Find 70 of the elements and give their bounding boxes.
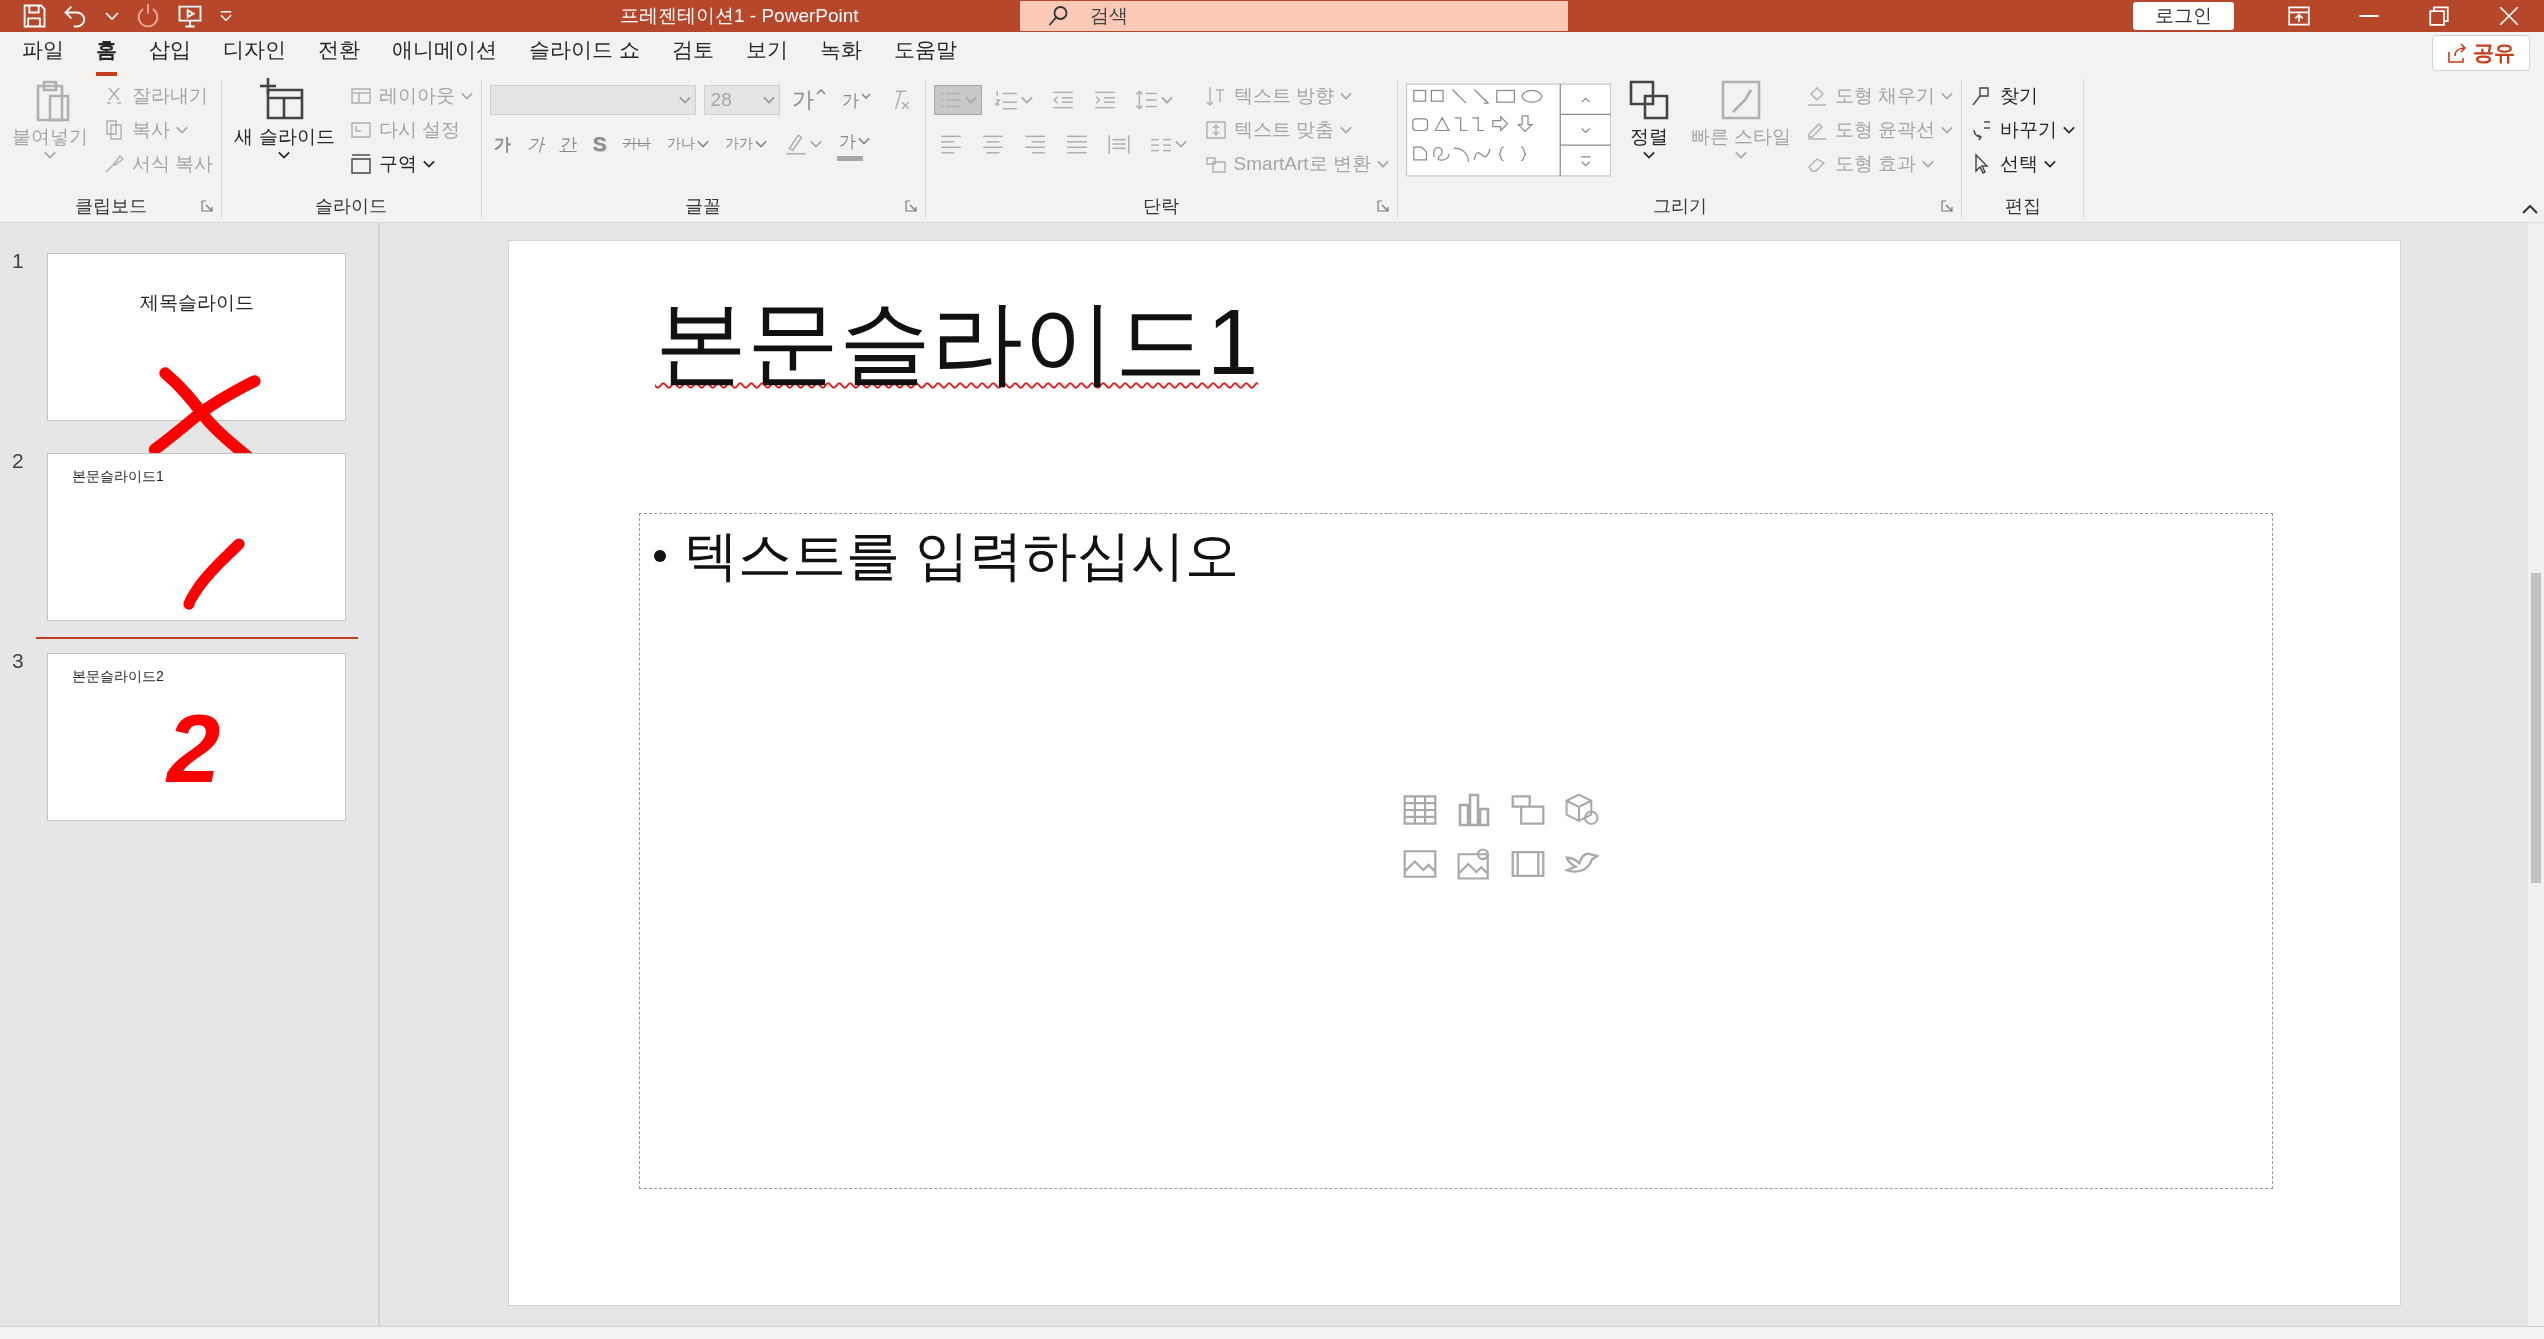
diagram-icon[interactable] [1511,792,1545,827]
group-label: 슬라이드 [315,195,388,218]
bullet-text[interactable]: 텍스트를 입력하십시오 [684,519,1239,593]
login-button[interactable]: 로그인 [2133,2,2234,30]
ribbon-tab[interactable]: 홈 [96,29,117,76]
align-text-icon [1203,118,1228,142]
dialog-launcher-icon[interactable] [1941,200,1954,212]
dialog-launcher-icon[interactable] [1376,200,1389,212]
scrollbar[interactable] [2528,223,2544,1326]
bullet-icon [654,550,666,563]
slide-number: 2 [11,449,25,473]
slide-thumbnail[interactable]: 제목슬라이드 [47,253,346,421]
ribbon-tab[interactable]: 보기 [745,29,788,76]
dialog-launcher-icon[interactable] [201,200,214,212]
ribbon-tab[interactable]: 검토 [671,29,714,76]
ribbon-tab[interactable]: 도움말 [893,29,957,76]
bar-chart-icon[interactable] [1457,792,1491,827]
dialog-launcher-icon[interactable] [904,200,917,212]
ribbon-display-icon[interactable] [2288,6,2310,26]
ribbon-tab[interactable]: 전환 [318,29,360,76]
section-icon [348,152,373,176]
line-spacing-icon [1134,88,1159,112]
customize-icon[interactable] [218,10,234,22]
up-caret-icon [815,89,826,95]
numbered-list-icon [994,88,1019,112]
thumbnail-title: 본문슬라이드2 [72,668,164,686]
ribbon-button[interactable]: 새 슬라이드 [230,76,339,184]
group-label: 클립보드 [74,195,147,218]
thumbnail-title: 본문슬라이드1 [72,468,164,486]
caret-icon[interactable] [104,10,120,22]
ribbon-tab[interactable]: 녹화 [819,29,862,76]
slide-title[interactable]: 본문슬라이드1 [655,283,1259,403]
group-label: 편집 [2004,195,2041,218]
down-caret-icon [860,92,871,99]
window-title: 프레젠테이션1 - PowerPoint [620,4,860,28]
ribbon-tab[interactable]: 삽입 [149,29,191,76]
group-label: 단락 [1143,195,1180,218]
color-bar [836,155,863,161]
ribbon-tab[interactable]: 파일 [22,29,64,76]
caret-icon [762,96,775,104]
share-icon [2447,42,2467,63]
ribbon-button[interactable]: 구역 [348,151,473,177]
slide-thumbnail[interactable]: 본문슬라이드1 [47,453,346,621]
cube-icon[interactable] [1565,792,1599,827]
caret-icon [678,96,691,104]
highlighter-icon [783,132,808,156]
ribbon-button[interactable]: 정렬 [1620,76,1677,184]
picture-icon[interactable] [1457,846,1491,881]
collapse-ribbon-icon[interactable] [2522,205,2538,214]
slide-number: 1 [11,249,25,273]
group-label: 글꼴 [685,195,722,218]
table-icon[interactable] [1403,792,1437,827]
close-icon[interactable] [2498,6,2520,26]
search-field[interactable]: 검색 [1020,1,1568,31]
distributed-icon [1106,132,1131,156]
slide-number: 3 [11,649,25,673]
share-button[interactable]: 공유 [2432,34,2530,71]
restore-icon[interactable] [2428,6,2450,26]
ribbon-button[interactable]: 찾기 [1970,83,2076,109]
ribbon-tab[interactable]: 애니메이션 [392,29,497,76]
content-placeholder[interactable]: 텍스트를 입력하십시오 [639,512,2273,1189]
ribbon-button[interactable]: 바꾸기 [1970,117,2076,143]
group-label: 그리기 [1652,195,1707,218]
ribbon-tab[interactable]: 디자인 [223,29,286,76]
search-icon [1048,6,1068,26]
thumbnail-title: 제목슬라이드 [139,291,254,315]
ribbon-button[interactable]: 선택 [1970,151,2076,177]
stroke-mark [182,539,246,609]
handwritten-numeral: 2 [167,701,221,797]
ribbon-tab[interactable]: 슬라이드 쇼 [529,29,640,76]
